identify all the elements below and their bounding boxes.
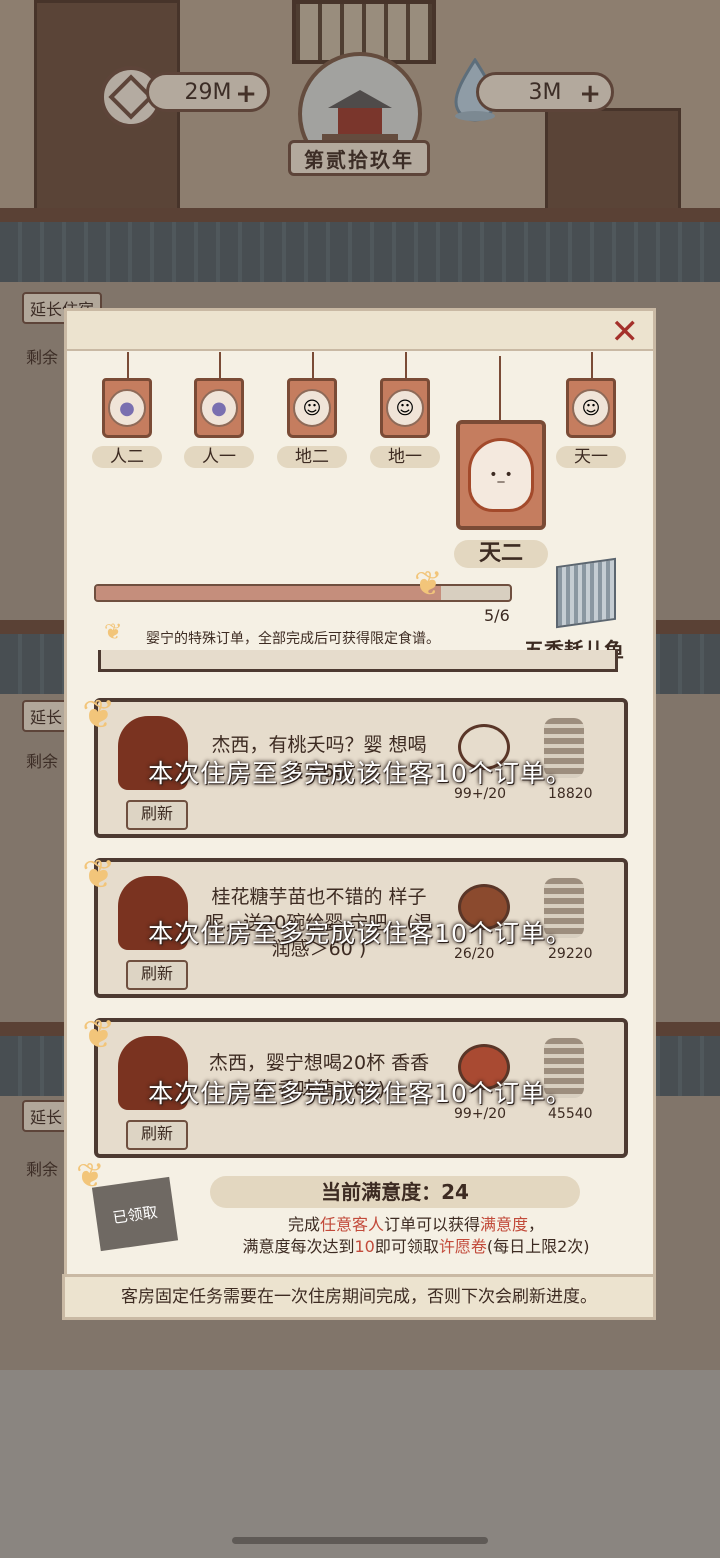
room-task-note: 客房固定任务需要在一次住房期间完成，否则下次会刷新进度。 — [62, 1274, 656, 1320]
claimed-wish-ticket[interactable]: 已领取 — [91, 1176, 179, 1252]
home-indicator[interactable] — [232, 1537, 488, 1544]
tier-tag-ren2[interactable]: ● — [102, 378, 152, 438]
tag-string — [312, 352, 314, 378]
tier-tag-di1[interactable]: ☺ — [380, 378, 430, 438]
butterfly-icon: ❦ — [82, 852, 116, 898]
peach-icon: ● — [200, 389, 238, 427]
order-limit-toast: 本次住房至多完成该住客10个订单。 — [148, 759, 572, 788]
tag-string — [219, 352, 221, 378]
modal-header-bar — [67, 311, 653, 351]
progress-count: 5/6 — [484, 606, 510, 625]
tier-label: 天一 — [556, 446, 626, 468]
selected-tier-label: 天二 — [454, 540, 548, 568]
guest-face-icon: ☺ — [572, 389, 610, 427]
tier-tag-ren1[interactable]: ● — [194, 378, 244, 438]
guest-face-icon: ☺ — [293, 389, 331, 427]
order-limit-toast: 本次住房至多完成该住客10个订单。 — [148, 919, 572, 948]
recipe-scroll-icon[interactable] — [556, 557, 616, 629]
butterfly-icon: ❦ — [82, 1012, 116, 1058]
tier-tag-di2[interactable]: ☺ — [287, 378, 337, 438]
tier-label: 人一 — [184, 446, 254, 468]
order-limit-toast: 本次住房至多完成该住客10个订单。 — [148, 1079, 572, 1108]
butterfly-icon: ❦ — [414, 564, 443, 604]
guest-face-icon: ☺ — [386, 389, 424, 427]
tier-label: 地二 — [277, 446, 347, 468]
tag-string — [591, 352, 593, 378]
tier-label: 地一 — [370, 446, 440, 468]
tag-string — [499, 356, 501, 420]
tier-tag-tian1[interactable]: ☺ — [566, 378, 616, 438]
tag-string — [405, 352, 407, 378]
refresh-button[interactable]: 刷新 — [126, 960, 188, 990]
special-order-progress-bar — [94, 584, 512, 602]
special-order-hint: 婴宁的特殊订单，全部完成后可获得限定食谱。 — [146, 631, 440, 647]
satisfaction-description: 完成任意客人订单可以获得满意度， 满意度每次达到10即可领取许愿卷(每日上限2次… — [242, 1215, 590, 1256]
tier-label: 人二 — [92, 446, 162, 468]
progress-fill — [96, 586, 441, 600]
tier-tag-tian2-selected[interactable]: •_• — [456, 420, 546, 530]
refresh-button[interactable]: 刷新 — [126, 800, 188, 830]
butterfly-icon: ❦ — [104, 620, 123, 645]
order-card-partial — [98, 650, 618, 672]
butterfly-icon: ❦ — [82, 692, 116, 738]
tag-string — [127, 352, 129, 378]
refresh-button[interactable]: 刷新 — [126, 1120, 188, 1150]
yingning-face-icon: •_• — [468, 438, 534, 512]
peach-icon: ● — [108, 389, 146, 427]
satisfaction-label: 当前满意度：24 — [210, 1176, 580, 1208]
close-icon[interactable]: ✕ — [611, 315, 640, 349]
